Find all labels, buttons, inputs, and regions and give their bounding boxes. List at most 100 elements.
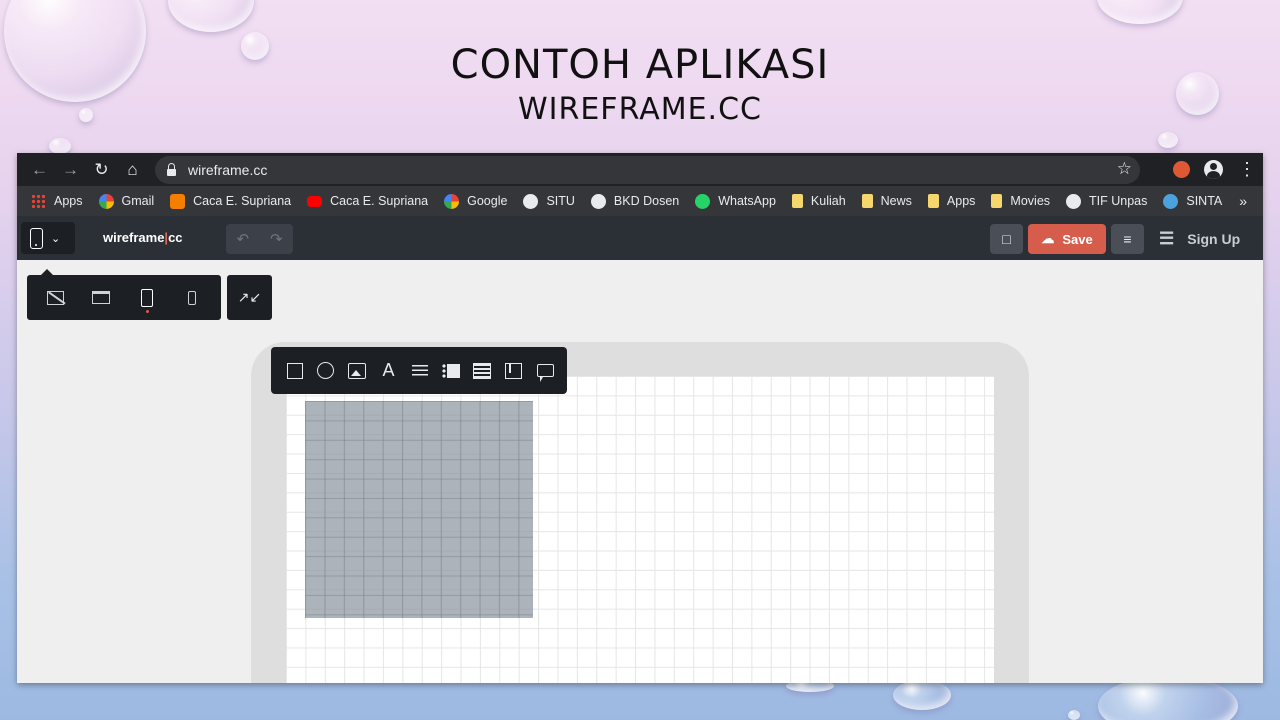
globe-icon (1066, 193, 1082, 209)
lock-icon (167, 162, 176, 176)
bookmark-youtube[interactable]: Caca E. Supriana (307, 194, 428, 208)
browser-menu-icon[interactable]: ⋮ (1237, 159, 1257, 180)
speech-bubble-icon (536, 364, 554, 382)
phone-icon (188, 290, 197, 305)
rotate-orientation-button[interactable]: ↗↙ (227, 275, 272, 320)
whatsapp-icon (695, 193, 711, 209)
more-bookmarks-button[interactable]: » (1239, 193, 1247, 209)
browser-window: ← → ↻ ⌂ wireframe.cc ☆ ⋮ Apps Gmail Caca… (17, 153, 1263, 683)
bookmark-tif-unpas[interactable]: TIF Unpas (1066, 193, 1147, 209)
text-icon: A (382, 360, 395, 380)
url-text: wireframe.cc (188, 162, 268, 178)
paragraph-icon (411, 364, 428, 377)
home-icon[interactable]: ⌂ (117, 153, 148, 186)
app-logo[interactable]: wireframe|cc (103, 230, 183, 245)
bookmark-folder-movies[interactable]: Movies (991, 194, 1050, 208)
folder-icon (927, 194, 939, 208)
canvas-area[interactable]: ↗↙ A (17, 260, 1263, 683)
bookmark-situ[interactable]: SITU (523, 193, 575, 209)
bookmarks-bar: Apps Gmail Caca E. Supriana Caca E. Supr… (17, 186, 1263, 216)
bookmark-apps[interactable]: Apps (31, 193, 83, 209)
water-drop (893, 680, 951, 710)
save-button[interactable]: ☁ Save (1028, 224, 1106, 254)
folder-icon (861, 194, 873, 208)
comment-icon: □ (1002, 231, 1011, 247)
wireframe-rectangle[interactable] (305, 401, 533, 618)
rectangle-icon (286, 362, 303, 379)
settings-button[interactable]: ≡ (1111, 224, 1144, 254)
profile-avatar-icon[interactable] (1204, 160, 1223, 179)
resize-arrows-icon: ↗↙ (237, 289, 262, 305)
globe-icon (590, 193, 606, 209)
undo-redo-group: ↶ ↷ (226, 224, 293, 254)
redo-icon[interactable]: ↷ (260, 224, 294, 254)
bookmark-blogger[interactable]: Caca E. Supriana (170, 193, 291, 209)
panel-icon (505, 362, 523, 379)
forward-arrow-icon[interactable]: → (55, 153, 86, 186)
hamburger-menu-icon: ☰ (1159, 229, 1175, 248)
cloud-upload-icon: ☁ (1041, 231, 1055, 246)
bookmark-bkd-dosen[interactable]: BKD Dosen (590, 193, 679, 209)
slide-subtitle: WIREFRAME.CC (518, 92, 762, 127)
undo-icon[interactable]: ↶ (226, 224, 260, 254)
bookmark-sinta[interactable]: SINTA (1163, 193, 1222, 209)
water-drop (1158, 132, 1178, 148)
bookmark-google[interactable]: Google (444, 193, 507, 209)
water-drop (168, 0, 254, 32)
image-tool[interactable] (342, 347, 373, 394)
device-options-popover (27, 269, 221, 320)
element-toolbar: A (271, 347, 567, 394)
reload-icon[interactable]: ↻ (86, 153, 117, 186)
chevron-down-icon: ⌄ (51, 232, 61, 245)
phone-option[interactable] (176, 282, 208, 314)
youtube-icon (307, 195, 323, 207)
device-select-button[interactable]: ⌄ (21, 222, 75, 254)
slide-title: CONTOH APLIKASI (450, 42, 830, 88)
app-header: ⌄ wireframe|cc ↶ ↷ □ ☁ Save ≡ ☰ Sign Up (17, 216, 1263, 260)
tablet-icon (140, 288, 153, 307)
signup-button[interactable]: ☰ Sign Up (1159, 229, 1240, 249)
table-icon (473, 362, 492, 379)
no-frame-icon (47, 290, 65, 305)
comment-button[interactable]: □ (990, 224, 1023, 254)
water-drop (49, 138, 71, 154)
sliders-icon: ≡ (1123, 231, 1132, 247)
google-icon (98, 193, 114, 209)
folder-icon (991, 194, 1003, 208)
tablet-icon (30, 227, 43, 249)
image-icon (348, 362, 367, 379)
list-icon (442, 363, 461, 378)
browser-toolbar: ← → ↻ ⌂ wireframe.cc ☆ ⋮ (17, 153, 1263, 186)
table-tool[interactable] (467, 347, 498, 394)
blogger-icon (170, 193, 186, 209)
list-tool[interactable] (435, 347, 466, 394)
rectangle-tool[interactable] (279, 347, 310, 394)
bookmark-folder-apps[interactable]: Apps (927, 194, 975, 208)
panel-tool[interactable] (498, 347, 529, 394)
bookmark-whatsapp[interactable]: WhatsApp (695, 193, 776, 209)
bookmark-folder-news[interactable]: News (861, 194, 912, 208)
paragraph-tool[interactable] (404, 347, 435, 394)
apps-grid-icon (31, 193, 46, 209)
bookmark-folder-kuliah[interactable]: Kuliah (791, 194, 846, 208)
tablet-option[interactable] (131, 282, 163, 314)
water-drop (1097, 0, 1183, 24)
bookmark-star-icon[interactable]: ☆ (1117, 159, 1132, 179)
back-arrow-icon[interactable]: ← (24, 153, 55, 186)
circle-icon (317, 362, 335, 379)
address-bar[interactable]: wireframe.cc ☆ (155, 156, 1140, 184)
circle-tool[interactable] (310, 347, 341, 394)
selected-indicator (145, 309, 149, 313)
google-icon (444, 193, 460, 209)
sinta-icon (1163, 193, 1179, 209)
globe-icon (523, 193, 539, 209)
folder-icon (791, 194, 803, 208)
text-tool[interactable]: A (373, 347, 404, 394)
bookmark-gmail[interactable]: Gmail (98, 193, 154, 209)
water-drop (1068, 710, 1080, 720)
annotation-tool[interactable] (529, 347, 560, 394)
window-icon (92, 291, 111, 304)
browser-window-option[interactable] (85, 282, 117, 314)
duckduckgo-extension-icon[interactable] (1173, 161, 1190, 178)
no-device-option[interactable] (40, 282, 72, 314)
